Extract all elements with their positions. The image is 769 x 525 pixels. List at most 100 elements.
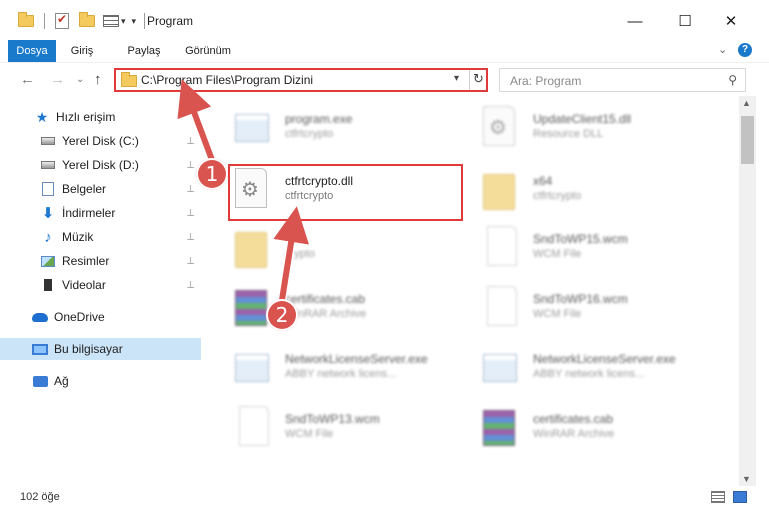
pictures-icon (40, 254, 56, 268)
file-type: Resource DLL (533, 128, 604, 140)
sidebar-item-network[interactable]: Ağ (0, 370, 201, 392)
pin-icon[interactable]: ⊥ (186, 208, 195, 219)
sidebar-item-documents[interactable]: Belgeler ⊥ (0, 178, 201, 200)
sidebar-item-drive-c[interactable]: Yerel Disk (C:) ⊥ (0, 130, 201, 152)
help-icon[interactable]: ? (738, 43, 752, 57)
view-options-icon[interactable] (103, 15, 119, 27)
document-icon (483, 286, 521, 330)
ribbon-tabs: Dosya Giriş Paylaş Görünüm ⌄ ? (0, 40, 769, 96)
document-icon (483, 226, 521, 270)
document-icon (235, 406, 273, 450)
chevron-down-icon[interactable]: ▾ (121, 16, 126, 27)
file-item[interactable]: NetworkLicenseServer.exe ABBY network li… (473, 340, 723, 396)
status-bar: 102 öğe (0, 486, 769, 510)
sidebar-item-this-pc[interactable]: Bu bilgisayar (0, 338, 201, 360)
sidebar-item-label: Müzik (62, 230, 94, 244)
pin-icon[interactable]: ⊥ (186, 136, 195, 147)
file-type: ABBY network licens... (533, 368, 645, 380)
folder-icon (235, 226, 273, 270)
sidebar-item-pictures[interactable]: Resimler ⊥ (0, 250, 201, 272)
tab-home[interactable]: Giriş (64, 40, 100, 62)
file-type: crypto (285, 248, 315, 260)
file-list: program.exe ctfrtcrypto UpdateClient15.d… (215, 96, 739, 486)
address-path[interactable]: C:\Program Files\Program Dizini (141, 73, 313, 87)
properties-icon[interactable] (55, 12, 69, 29)
details-view-icon[interactable] (711, 491, 725, 503)
file-item[interactable]: SndToWP13.wcm WCM File (225, 400, 475, 456)
file-type: WCM File (533, 308, 582, 320)
file-item[interactable]: certificates.cab WinRAR Archive (225, 280, 475, 336)
file-name: NetworkLicenseServer.exe (285, 352, 428, 366)
sidebar-item-onedrive[interactable]: OneDrive (0, 306, 201, 328)
file-item[interactable]: SndToWP15.wcm WCM File (473, 220, 723, 276)
sidebar-item-music[interactable]: ♪ Müzik ⊥ (0, 226, 201, 248)
file-type: WCM File (285, 428, 334, 440)
sidebar-item-quick-access[interactable]: ★ Hızlı erişim (0, 106, 201, 128)
large-icons-view-icon[interactable] (733, 491, 747, 503)
vertical-scrollbar[interactable]: ▲ ▼ (739, 96, 756, 486)
tab-view[interactable]: Görünüm (180, 40, 236, 62)
scroll-down-icon[interactable]: ▼ (742, 474, 751, 484)
title-bar: ▾ ▾ Program — ☐ ✕ (0, 0, 769, 40)
file-item[interactable]: crypto (225, 220, 475, 276)
quick-access-toolbar: ▾ ▾ (18, 10, 146, 32)
new-folder-icon[interactable] (79, 12, 95, 27)
refresh-button[interactable]: ↻ (473, 71, 484, 87)
exe-window-icon (483, 346, 521, 390)
file-item[interactable]: UpdateClient15.dll Resource DLL (473, 100, 723, 156)
scroll-up-icon[interactable]: ▲ (742, 98, 751, 108)
chevron-down-icon[interactable]: ▾ (454, 73, 459, 84)
sidebar-item-label: Ağ (54, 374, 69, 388)
pin-icon[interactable]: ⊥ (186, 280, 195, 291)
recent-locations-button[interactable]: ⌄ (76, 74, 84, 85)
file-name: SndToWP15.wcm (533, 232, 628, 246)
pin-icon[interactable]: ⊥ (186, 160, 195, 171)
up-button[interactable]: ↑ (94, 71, 102, 88)
exe-icon (235, 106, 273, 150)
sidebar-item-label: Belgeler (62, 182, 107, 196)
customize-toolbar-icon[interactable]: ▾ (132, 16, 137, 27)
minimize-button[interactable]: — (620, 8, 650, 34)
winrar-icon (483, 406, 521, 450)
exe-window-icon (235, 346, 273, 390)
sidebar-item-label: Videolar (62, 278, 106, 292)
file-item[interactable]: x64 ctfrtcrypto (473, 162, 723, 218)
close-button[interactable]: ✕ (716, 8, 746, 34)
tab-share[interactable]: Paylaş (122, 40, 166, 62)
scroll-thumb[interactable] (741, 116, 754, 164)
file-item[interactable]: SndToWP16.wcm WCM File (473, 280, 723, 336)
file-type: WinRAR Archive (533, 428, 615, 440)
pin-icon[interactable]: ⊥ (186, 232, 195, 243)
sidebar-item-videos[interactable]: Videolar ⊥ (0, 274, 201, 296)
onedrive-icon (32, 310, 48, 324)
drive-c-icon (40, 134, 56, 148)
back-button[interactable]: ← (20, 71, 35, 88)
window-title: Program (147, 14, 194, 28)
file-item[interactable]: program.exe ctfrtcrypto (225, 100, 475, 156)
file-name: SndToWP16.wcm (533, 292, 628, 306)
network-icon (32, 374, 48, 388)
search-icon[interactable]: ⚲ (728, 73, 737, 87)
file-item[interactable]: NetworkLicenseServer.exe ABBY network li… (225, 340, 475, 396)
forward-button[interactable]: → (50, 71, 65, 88)
sidebar-item-label: Yerel Disk (C:) (62, 134, 139, 148)
expand-ribbon-icon[interactable]: ⌄ (718, 43, 727, 56)
folder-icon[interactable] (18, 12, 34, 27)
navigation-bar: ← → ⌄ ↑ C:\Program Files\Program Dizini … (0, 62, 769, 96)
maximize-button[interactable]: ☐ (670, 8, 700, 34)
sidebar-item-label: Resimler (62, 254, 110, 268)
file-item[interactable]: certificates.cab WinRAR Archive (473, 400, 723, 456)
pin-icon[interactable]: ⊥ (186, 256, 195, 267)
file-type: ctfrtcrypto (533, 190, 582, 202)
file-type: ctfrtcrypto (285, 128, 334, 140)
file-name: certificates.cab (533, 412, 614, 426)
address-bar[interactable]: C:\Program Files\Program Dizini ▾ ↻ (114, 68, 488, 92)
pin-icon[interactable]: ⊥ (186, 184, 195, 195)
sidebar-item-drive-d[interactable]: Yerel Disk (D:) ⊥ (0, 154, 201, 176)
search-input[interactable]: Ara: Program ⚲ (499, 68, 746, 92)
videos-icon (40, 278, 56, 292)
file-name: x64 (533, 174, 553, 188)
sidebar-item-downloads[interactable]: ⬇ İndirmeler ⊥ (0, 202, 201, 224)
dll-icon (483, 106, 521, 150)
search-placeholder: Ara: Program (510, 74, 582, 88)
